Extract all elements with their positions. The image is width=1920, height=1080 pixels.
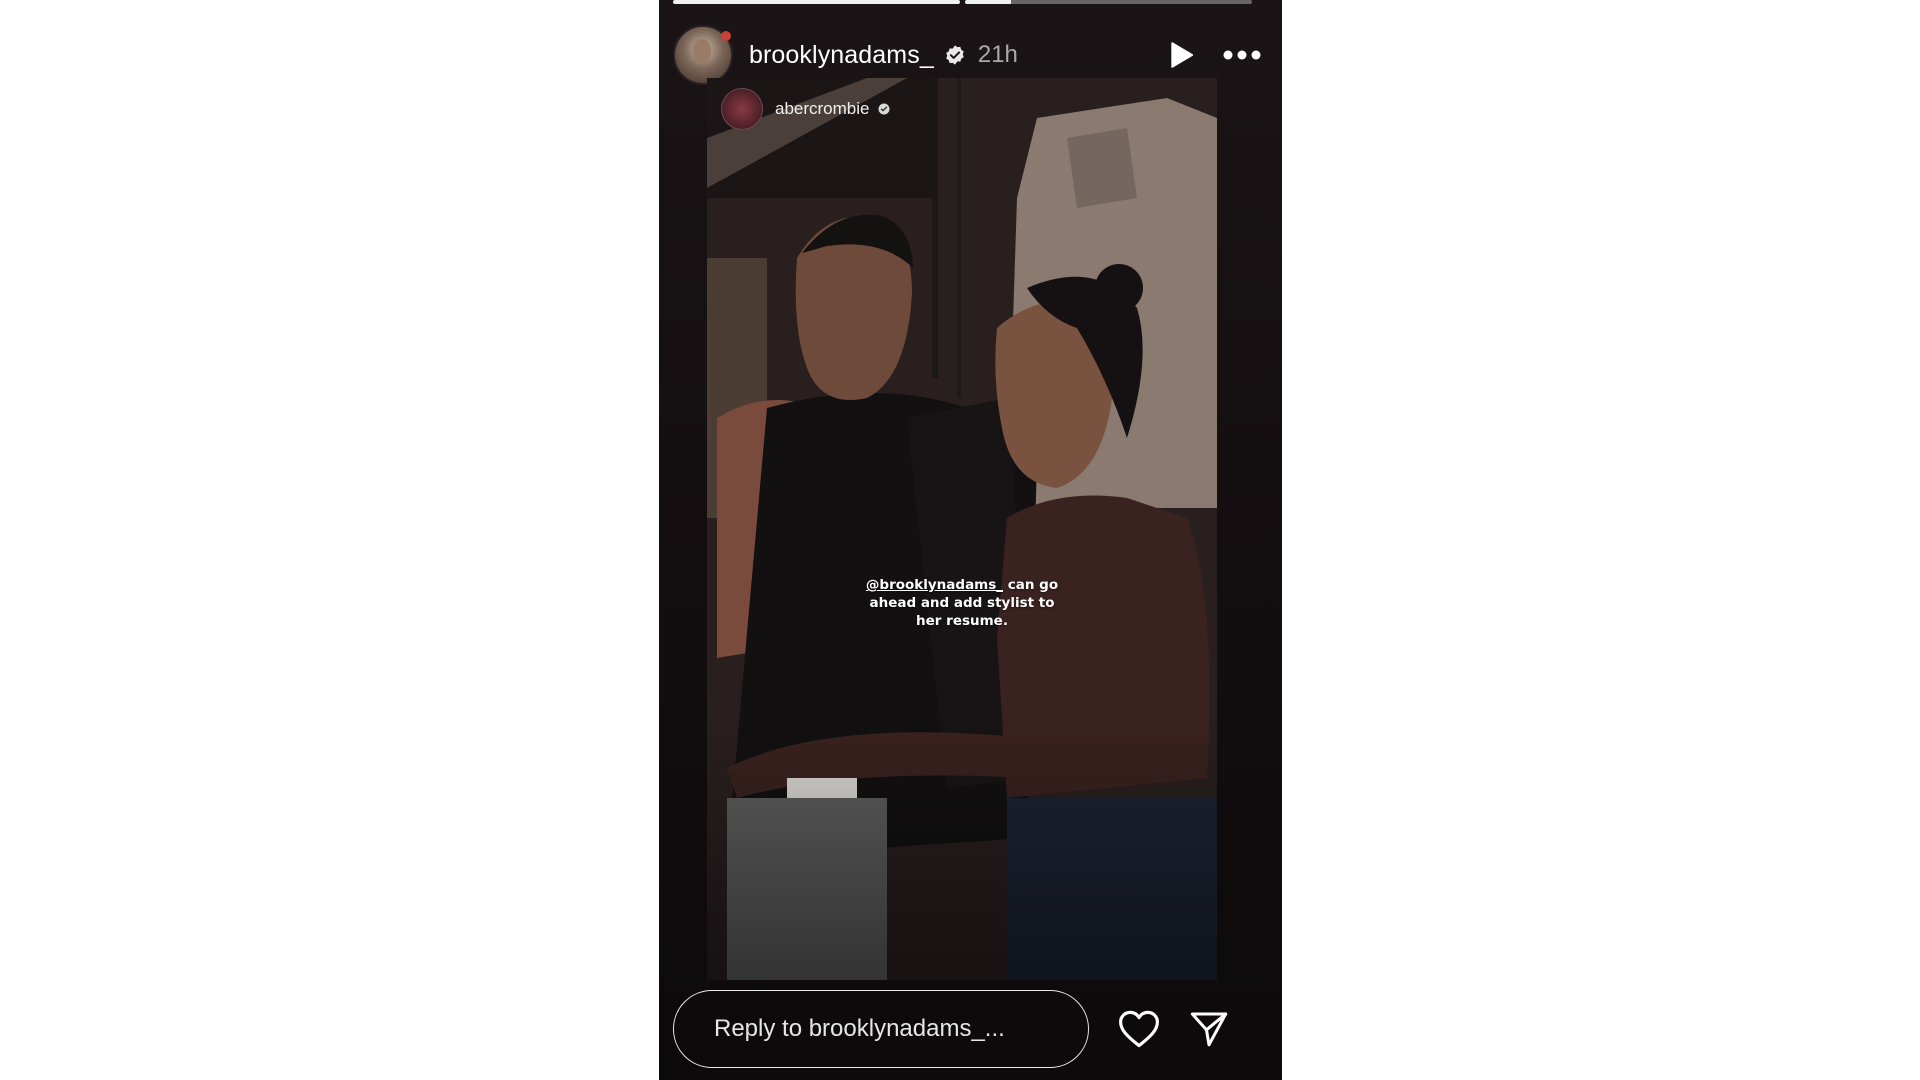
share-button[interactable] [1185, 1005, 1233, 1053]
story-caption: @brooklynadams_ can go ahead and add sty… [862, 576, 1062, 630]
story-viewer[interactable]: brooklynadams_ 21h abercrombie @brooklyn… [659, 0, 1282, 1080]
send-icon [1190, 1012, 1228, 1047]
reply-input[interactable] [712, 1014, 1056, 1044]
verified-badge-icon [946, 45, 964, 65]
play-icon[interactable] [1166, 40, 1196, 70]
avatar[interactable] [673, 25, 733, 85]
story-footer [673, 989, 1262, 1069]
story-progress-bar [673, 0, 1252, 6]
progress-fill [673, 0, 960, 4]
heart-icon [1119, 1010, 1159, 1048]
source-username[interactable]: abercrombie [775, 99, 870, 119]
reshare-source[interactable]: abercrombie [721, 88, 890, 130]
story-media[interactable]: abercrombie @brooklynadams_ can go ahead… [707, 78, 1217, 980]
like-button[interactable] [1115, 1005, 1163, 1053]
verified-badge-icon [878, 103, 889, 115]
username[interactable]: brooklynadams_ [749, 41, 934, 70]
more-icon[interactable] [1222, 48, 1262, 62]
progress-segment [673, 0, 960, 4]
story-photo [707, 78, 1217, 980]
caption-mention[interactable]: @brooklynadams_ [866, 577, 1003, 593]
story-header: brooklynadams_ 21h [673, 25, 1262, 85]
progress-fill [965, 0, 1011, 4]
reply-box[interactable] [673, 990, 1089, 1068]
timestamp: 21h [977, 41, 1018, 68]
progress-segment [965, 0, 1252, 4]
source-avatar[interactable] [721, 88, 763, 130]
